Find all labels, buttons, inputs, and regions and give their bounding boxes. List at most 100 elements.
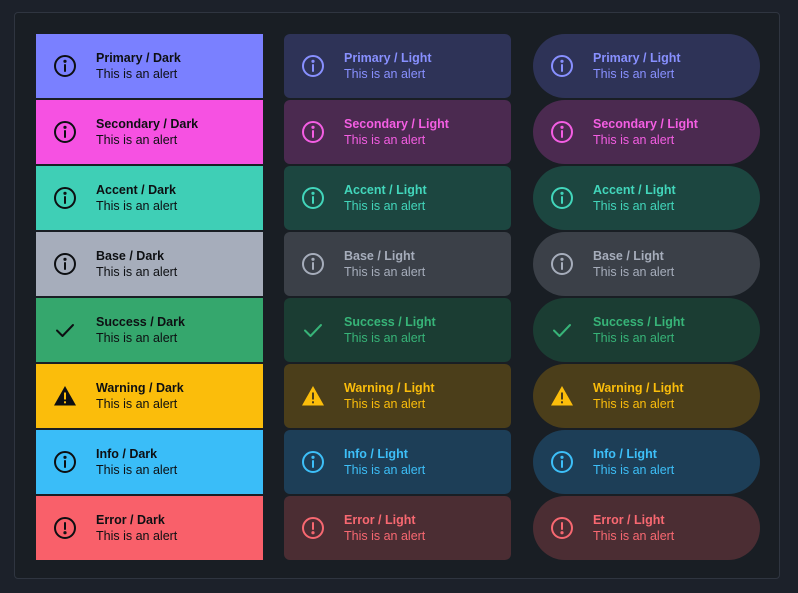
alert-title: Success / Dark [96,315,185,329]
info-circle-icon [53,252,77,276]
info-circle-icon [301,450,325,474]
alert-message: This is an alert [593,397,675,411]
info-circle-icon [301,252,325,276]
error-circle-icon [550,516,574,540]
alert-message: This is an alert [96,265,178,279]
alert-message: This is an alert [96,199,178,213]
alert-message: This is an alert [593,331,675,345]
dark-success-alert: Success / Dark This is an alert [36,298,263,362]
alert-message: This is an alert [344,199,426,213]
alert-message: This is an alert [96,331,178,345]
alert-message: This is an alert [593,199,675,213]
alert-message: This is an alert [96,133,178,147]
alert-title: Primary / Light [593,51,681,65]
alert-title: Accent / Dark [96,183,176,197]
alert-message: This is an alert [96,67,178,81]
alert-title: Error / Light [593,513,665,527]
info-circle-icon [550,252,574,276]
light-alerts-column: Primary / Light This is an alert Secondary… [284,34,511,562]
alert-message: This is an alert [344,463,426,477]
alert-message: This is an alert [344,67,426,81]
rounded-light-info-alert: Info / Light This is an alert [533,430,760,494]
rounded-light-primary-alert: Primary / Light This is an alert [533,34,760,98]
info-circle-icon [53,186,77,210]
info-circle-icon [53,450,77,474]
light-accent-alert: Accent / Light This is an alert [284,166,511,230]
light-base-alert: Base / Light This is an alert [284,232,511,296]
alert-title: Accent / Light [344,183,427,197]
alert-title: Success / Light [593,315,685,329]
info-circle-icon [550,120,574,144]
alert-title: Error / Dark [96,513,165,527]
dark-secondary-alert: Secondary / Dark This is an alert [36,100,263,164]
alert-title: Base / Light [593,249,664,263]
alert-message: This is an alert [344,265,426,279]
alert-message: This is an alert [344,331,426,345]
info-circle-icon [53,120,77,144]
rounded-light-secondary-alert: Secondary / Light This is an alert [533,100,760,164]
alert-title: Info / Light [593,447,657,461]
alert-title: Warning / Dark [96,381,184,395]
alert-message: This is an alert [344,397,426,411]
alert-title: Primary / Light [344,51,432,65]
dark-warning-alert: Warning / Dark This is an alert [36,364,263,428]
error-circle-icon [301,516,325,540]
check-icon [550,318,574,342]
light-secondary-alert: Secondary / Light This is an alert [284,100,511,164]
warning-triangle-icon [550,384,574,408]
dark-accent-alert: Accent / Dark This is an alert [36,166,263,230]
alert-title: Error / Light [344,513,416,527]
alert-title: Warning / Light [344,381,435,395]
alert-title: Base / Light [344,249,415,263]
rounded-light-accent-alert: Accent / Light This is an alert [533,166,760,230]
rounded-light-error-alert: Error / Light This is an alert [533,496,760,560]
info-circle-icon [301,186,325,210]
light-warning-alert: Warning / Light This is an alert [284,364,511,428]
info-circle-icon [301,120,325,144]
alert-title: Primary / Dark [96,51,181,65]
light-info-alert: Info / Light This is an alert [284,430,511,494]
alert-message: This is an alert [96,529,178,543]
alert-message: This is an alert [593,463,675,477]
alert-title: Secondary / Dark [96,117,199,131]
alert-message: This is an alert [593,529,675,543]
info-circle-icon [53,54,77,78]
alert-message: This is an alert [593,265,675,279]
alert-message: This is an alert [96,397,178,411]
alert-title: Secondary / Light [344,117,449,131]
alert-title: Secondary / Light [593,117,698,131]
light-primary-alert: Primary / Light This is an alert [284,34,511,98]
rounded-light-alerts-column: Primary / Light This is an alert Secondary… [533,34,760,562]
dark-error-alert: Error / Dark This is an alert [36,496,263,560]
alert-title: Info / Dark [96,447,158,461]
dark-primary-alert: Primary / Dark This is an alert [36,34,263,98]
rounded-light-base-alert: Base / Light This is an alert [533,232,760,296]
alerts-panel: Primary / Dark This is an alert Secondary … [14,12,780,579]
check-icon [53,318,77,342]
light-error-alert: Error / Light This is an alert [284,496,511,560]
check-icon [301,318,325,342]
rounded-light-warning-alert: Warning / Light This is an alert [533,364,760,428]
warning-triangle-icon [53,384,77,408]
alert-title: Accent / Light [593,183,676,197]
info-circle-icon [550,186,574,210]
info-circle-icon [550,54,574,78]
alert-title: Warning / Light [593,381,684,395]
alert-title: Info / Light [344,447,408,461]
light-success-alert: Success / Light This is an alert [284,298,511,362]
alert-message: This is an alert [96,463,178,477]
error-circle-icon [53,516,77,540]
alert-message: This is an alert [593,67,675,81]
info-circle-icon [301,54,325,78]
dark-base-alert: Base / Dark This is an alert [36,232,263,296]
alert-message: This is an alert [593,133,675,147]
alert-title: Base / Dark [96,249,165,263]
dark-alerts-column: Primary / Dark This is an alert Secondary … [36,34,263,562]
alert-message: This is an alert [344,133,426,147]
info-circle-icon [550,450,574,474]
alert-message: This is an alert [344,529,426,543]
rounded-light-success-alert: Success / Light This is an alert [533,298,760,362]
alert-title: Success / Light [344,315,436,329]
warning-triangle-icon [301,384,325,408]
dark-info-alert: Info / Dark This is an alert [36,430,263,494]
